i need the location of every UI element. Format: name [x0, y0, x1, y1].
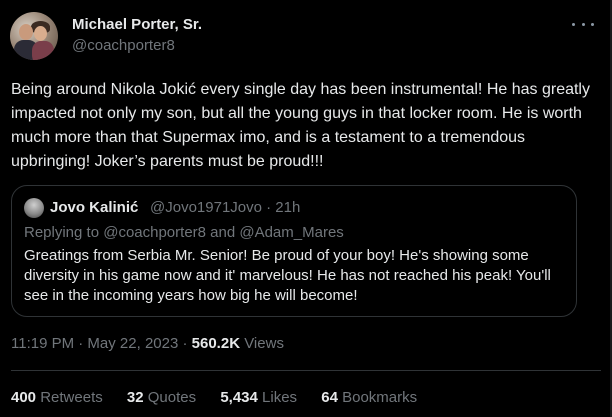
tweet-card: Michael Porter, Sr. @coachporter8 Being … — [0, 0, 612, 417]
quotes-count: 32 — [126, 389, 144, 406]
author-handle[interactable]: @coachporter8 — [72, 37, 175, 54]
tweet-timestamp: 11:19 PM · May 22, 2023 · 560.2K Views — [11, 335, 284, 352]
quoted-text: Greatings from Serbia Mr. Senior! Be pro… — [24, 247, 551, 304]
views-label: Views — [240, 335, 284, 352]
likes-label: Likes — [262, 389, 298, 406]
time-date[interactable]: 11:19 PM · May 22, 2023 · — [11, 335, 192, 352]
quoted-author-name: Jovo Kalinić — [50, 199, 139, 216]
tweet-header: Michael Porter, Sr. @coachporter8 — [10, 12, 602, 60]
retweets-count: 400 — [11, 389, 37, 406]
author-name[interactable]: Michael Porter, Sr. — [72, 16, 202, 33]
replying-to: Replying to @coachporter8 and @Adam_Mare… — [24, 224, 344, 241]
tweet-text: Being around Nikola Jokić every single d… — [11, 81, 590, 170]
quoted-tweet[interactable]: Jovo Kalinić @Jovo1971Jovo · 21h Replyin… — [11, 185, 577, 317]
engagement-stats: 400 Retweets 32 Quotes 5,434 Likes 64 Bo… — [11, 389, 437, 406]
likes-count: 5,434 — [220, 389, 258, 406]
quotes-stat[interactable]: 32 Quotes — [127, 389, 196, 406]
likes-stat[interactable]: 5,434 Likes — [220, 389, 297, 406]
quotes-label: Quotes — [147, 389, 197, 406]
quoted-author-handle: @Jovo1971Jovo — [150, 199, 262, 216]
views-count: 560.2K — [191, 335, 241, 352]
author-avatar[interactable] — [10, 12, 58, 60]
quoted-time: · 21h — [266, 199, 301, 216]
quoted-author-avatar — [24, 198, 44, 218]
bookmarks-count: 64 — [321, 389, 338, 406]
retweets-label: Retweets — [40, 389, 103, 406]
retweets-stat[interactable]: 400 Retweets — [11, 389, 103, 406]
bookmarks-label: Bookmarks — [342, 389, 418, 406]
more-options-icon[interactable] — [572, 14, 594, 34]
divider — [11, 370, 601, 371]
quoted-author-meta: @Jovo1971Jovo · 21h — [150, 199, 300, 216]
bookmarks-stat[interactable]: 64 Bookmarks — [321, 389, 417, 406]
